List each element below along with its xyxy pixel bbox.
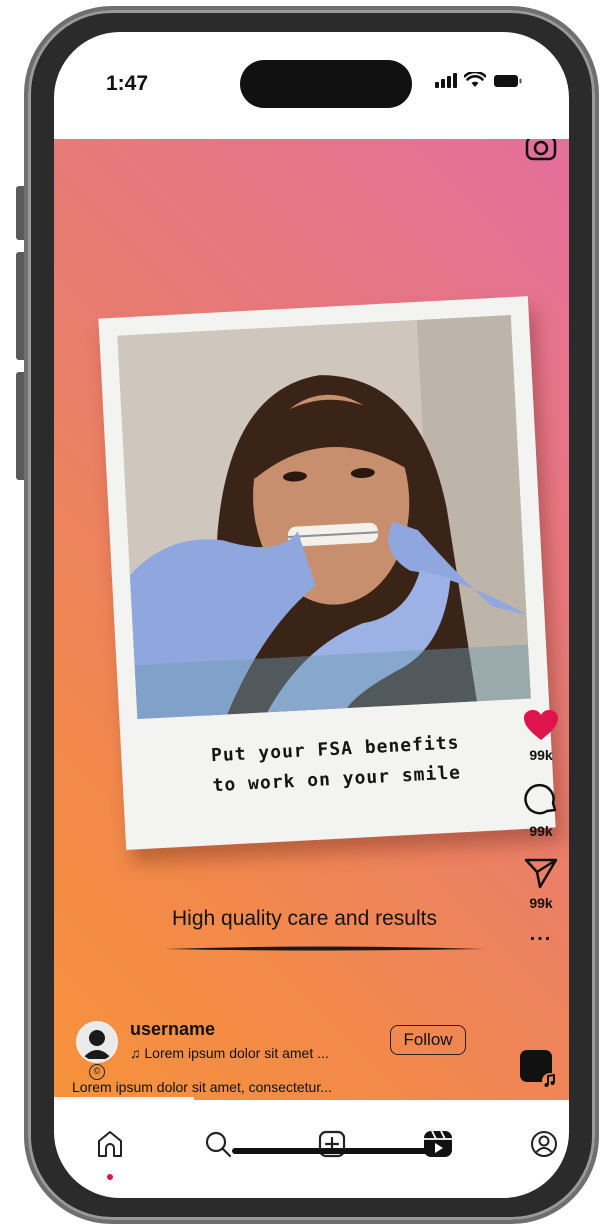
phone-screen: 1:47 Put your FSA benefits to work on yo… (54, 32, 569, 1198)
status-icons (435, 72, 523, 88)
share-count: 99k (529, 895, 553, 911)
braces-photo-illustration (117, 315, 531, 720)
reels-icon[interactable] (423, 1130, 453, 1158)
dynamic-island (240, 60, 412, 108)
battery-icon (494, 75, 522, 87)
nav-search[interactable] (198, 1124, 238, 1164)
like-action[interactable]: 99k (519, 709, 563, 763)
username[interactable]: username (130, 1019, 215, 1040)
share-action[interactable]: 99k (519, 857, 563, 911)
comment-icon[interactable] (523, 781, 559, 817)
home-indicator (232, 1148, 428, 1154)
user-silhouette-icon (82, 1030, 112, 1059)
audio-track-label: Lorem ipsum dolor sit amet ... (144, 1045, 329, 1061)
search-icon[interactable] (204, 1130, 232, 1158)
polaroid-caption: Put your FSA benefits to work on your sm… (145, 725, 528, 805)
wifi-icon (464, 72, 486, 87)
follow-button[interactable]: Follow (390, 1025, 466, 1055)
more-action[interactable]: ... (519, 924, 563, 944)
profile-icon[interactable] (530, 1130, 558, 1158)
comment-action[interactable]: 99k (519, 781, 563, 839)
status-time: 1:47 (106, 72, 149, 95)
like-count: 99k (529, 747, 553, 763)
send-icon[interactable] (524, 857, 558, 889)
author-row: username ♫ Lorem ipsum dolor sit amet ..… (76, 1019, 476, 1063)
copyright-icon: © (89, 1064, 105, 1080)
music-note-icon: ♫ (130, 1045, 141, 1061)
nav-profile[interactable] (524, 1124, 564, 1164)
phone-frame: 1:47 Put your FSA benefits to work on yo… (24, 6, 599, 1224)
polaroid-frame: Put your FSA benefits to work on your sm… (98, 296, 556, 850)
action-rail: 99k 99k 99k ... (519, 709, 563, 957)
reel-content[interactable]: Put your FSA benefits to work on your sm… (54, 139, 569, 1100)
home-icon[interactable] (97, 1130, 123, 1158)
audio-track[interactable]: ♫ Lorem ipsum dolor sit amet ... (130, 1045, 329, 1061)
comment-count: 99k (529, 823, 553, 839)
avatar[interactable] (76, 1021, 118, 1063)
heart-icon[interactable] (523, 709, 559, 741)
post-tagline: High quality care and results (172, 907, 437, 930)
nav-home[interactable] (90, 1124, 130, 1164)
post-description[interactable]: Lorem ipsum dolor sit amet, consectetur.… (72, 1079, 332, 1095)
signal-icon (435, 73, 457, 88)
underline-swoosh (164, 946, 484, 951)
photo (117, 315, 531, 720)
active-indicator (107, 1174, 113, 1180)
camera-icon[interactable] (523, 139, 559, 165)
nav-create[interactable] (312, 1124, 352, 1164)
more-icon[interactable]: ... (530, 924, 553, 944)
audio-thumbnail-icon[interactable] (519, 1049, 559, 1089)
nav-reels[interactable] (418, 1124, 458, 1164)
